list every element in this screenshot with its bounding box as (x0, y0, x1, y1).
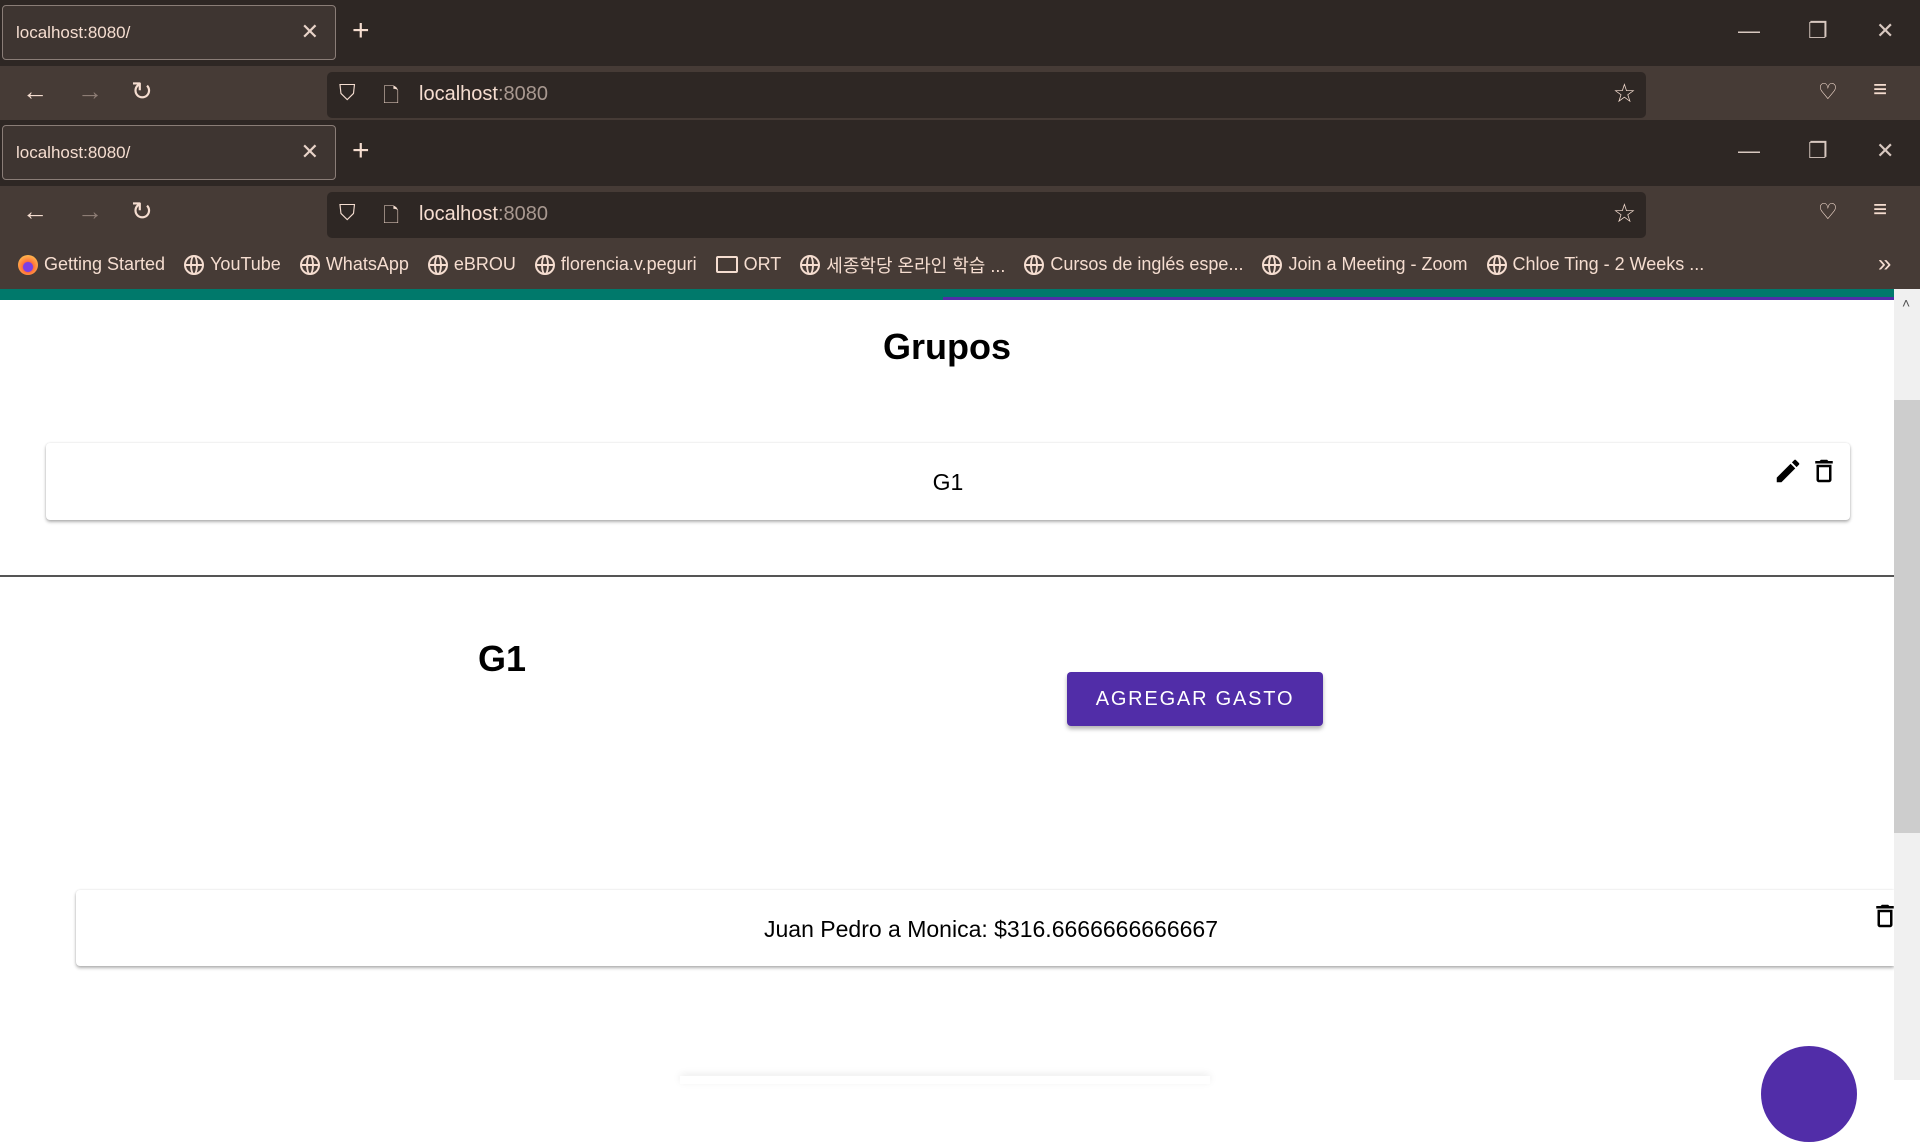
scrollbar-thumb[interactable] (1894, 400, 1920, 833)
forward-icon[interactable]: → (77, 196, 103, 227)
bookmark-label: 세종학당 온라인 학습 ... (826, 255, 1006, 276)
bookmark-chloe-ting[interactable]: Chloe Ting - 2 Weeks ... (1486, 254, 1705, 275)
url-port: :8080 (497, 203, 548, 225)
globe-icon (184, 254, 205, 275)
group-heading: G1 (478, 638, 527, 679)
close-tab-icon[interactable]: ✕ (301, 139, 319, 165)
restore-icon[interactable]: ❐ (1808, 138, 1828, 164)
bookmark-whatsapp[interactable]: WhatsApp (299, 254, 409, 275)
tab-strip: localhost:8080/ ✕ + — ❐ ✕ (0, 0, 1920, 66)
url-port: :8080 (497, 83, 548, 105)
bookmark-ebrou[interactable]: eBROU (427, 254, 516, 275)
bookmark-cursos[interactable]: Cursos de inglés espe... (1024, 254, 1243, 275)
globe-icon (534, 254, 555, 275)
url-host: localhost (419, 83, 498, 105)
star-icon[interactable]: ☆ (1613, 198, 1636, 229)
forward-icon[interactable]: → (77, 76, 103, 107)
app-bar-accent (943, 297, 1894, 300)
close-window-icon[interactable]: ✕ (1876, 18, 1894, 44)
menu-icon[interactable]: ≡ (1873, 76, 1887, 104)
delete-icon[interactable] (1809, 455, 1839, 487)
page-icon: 🗋 (383, 85, 400, 107)
globe-icon (1486, 254, 1507, 275)
edit-icon[interactable] (1773, 456, 1803, 486)
back-icon[interactable]: ← (22, 196, 48, 227)
group-card[interactable]: G1 (46, 443, 1850, 520)
group-name: G1 (932, 469, 964, 495)
bookmark-label: WhatsApp (325, 254, 409, 274)
folder-icon (715, 256, 738, 273)
page-icon: 🗋 (383, 205, 400, 227)
bottom-card-shadow (680, 1076, 1210, 1084)
nav-toolbar-2: ← → ↻ ⛉ 🗋 localhost:8080 ☆ ♡ ≡ (0, 186, 1920, 240)
url-bar[interactable]: ⛉ 🗋 localhost:8080 ☆ (327, 72, 1646, 118)
minimize-icon[interactable]: — (1738, 138, 1760, 164)
tab-title: localhost:8080/ (16, 142, 131, 162)
bookmark-folder-ort[interactable]: ORT (715, 254, 782, 275)
globe-icon (427, 254, 448, 275)
star-icon[interactable]: ☆ (1613, 78, 1636, 109)
bookmark-youtube[interactable]: YouTube (184, 254, 281, 275)
menu-icon[interactable]: ≡ (1873, 196, 1887, 224)
globe-icon (1262, 254, 1283, 275)
debt-text: Juan Pedro a Monica: $316.6666666666667 (764, 916, 1218, 942)
shield-icon: ⛉ (339, 80, 356, 105)
divider (0, 575, 1894, 577)
close-tab-icon[interactable]: ✕ (301, 19, 319, 45)
new-tab-icon[interactable]: + (352, 14, 370, 48)
bookmark-label: Chloe Ting - 2 Weeks ... (1512, 254, 1705, 274)
tab-title: localhost:8080/ (16, 22, 131, 42)
page-title: Grupos (882, 326, 1011, 367)
restore-icon[interactable]: ❐ (1808, 18, 1828, 44)
browser-tab[interactable]: localhost:8080/ ✕ (2, 5, 336, 60)
pocket-icon[interactable]: ♡ (1818, 199, 1838, 225)
url-bar[interactable]: ⛉ 🗋 localhost:8080 ☆ (327, 192, 1646, 238)
chevron-more-icon[interactable]: » (1878, 250, 1891, 278)
firefox-icon (18, 254, 38, 275)
bookmark-sejong[interactable]: 세종학당 온라인 학습 ... (800, 252, 1005, 278)
bookmark-label: eBROU (453, 254, 516, 274)
bookmark-label: Getting Started (44, 254, 166, 274)
bookmark-label: Join a Meeting - Zoom (1288, 254, 1468, 274)
globe-icon (299, 254, 320, 275)
bookmark-getting-started[interactable]: Getting Started (18, 254, 165, 275)
debt-card: Juan Pedro a Monica: $316.6666666666667 (76, 890, 1894, 966)
minimize-icon[interactable]: — (1738, 18, 1760, 44)
scroll-up-icon[interactable]: ˄ (1902, 295, 1910, 311)
bookmark-label: ORT (743, 254, 782, 274)
close-window-icon[interactable]: ✕ (1876, 138, 1894, 164)
reload-icon[interactable]: ↻ (131, 196, 153, 227)
bookmark-zoom[interactable]: Join a Meeting - Zoom (1262, 254, 1468, 275)
browser-tab[interactable]: localhost:8080/ ✕ (2, 125, 336, 180)
bookmark-label: florencia.v.peguri (560, 254, 697, 274)
new-tab-icon[interactable]: + (352, 134, 370, 168)
bookmark-florencia[interactable]: florencia.v.peguri (534, 254, 697, 275)
pocket-icon[interactable]: ♡ (1818, 79, 1838, 105)
reload-icon[interactable]: ↻ (131, 76, 153, 107)
bookmark-label: Cursos de inglés espe... (1050, 254, 1244, 274)
fab-button[interactable] (1761, 1046, 1857, 1142)
add-expense-button[interactable]: AGREGAR GASTO (1067, 672, 1323, 726)
globe-icon (1024, 254, 1045, 275)
globe-icon (800, 254, 821, 275)
scrollbar[interactable]: ˄ (1894, 289, 1920, 1080)
back-icon[interactable]: ← (22, 76, 48, 107)
shield-icon: ⛉ (339, 200, 356, 225)
nav-toolbar: ← → ↻ ⛉ 🗋 localhost:8080 ☆ ♡ ≡ (0, 66, 1920, 120)
tab-strip-2: localhost:8080/ ✕ + — ❐ ✕ (0, 120, 1920, 186)
bookmarks-bar: Getting Started YouTube WhatsApp eBROU f… (0, 240, 1920, 289)
url-host: localhost (419, 203, 498, 225)
bookmark-label: YouTube (210, 254, 281, 274)
